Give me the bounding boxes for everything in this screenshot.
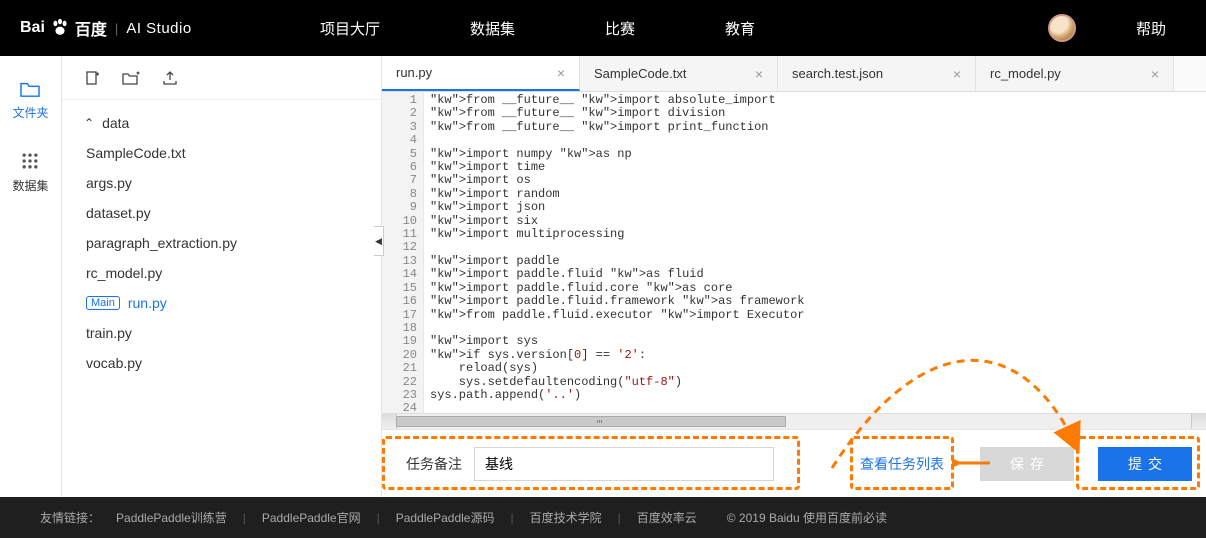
editor-tabs: run.py × SampleCode.txt × search.test.js… [382, 56, 1206, 92]
folder-icon [19, 80, 41, 98]
tree-folder-data[interactable]: ⌃ data [70, 108, 381, 138]
footer-link[interactable]: 百度效率云 [637, 509, 697, 526]
footer-link[interactable]: PaddlePaddle源码 [396, 509, 495, 526]
file-toolbar [62, 56, 381, 100]
scrollbar-grip [597, 420, 605, 423]
footer-link[interactable]: PaddlePaddle官网 [262, 509, 361, 526]
close-icon[interactable]: × [755, 66, 763, 82]
tree-file[interactable]: args.py [70, 168, 381, 198]
nav-education[interactable]: 教育 [725, 18, 755, 39]
tab-rc-model[interactable]: rc_model.py × [976, 56, 1174, 91]
main-badge: Main [86, 296, 120, 310]
code-editor[interactable]: 123456789101112131415161718192021222324 … [382, 92, 1206, 413]
upload-icon[interactable] [162, 70, 178, 86]
chevron-down-icon: ⌃ [84, 116, 94, 130]
tab-samplecode[interactable]: SampleCode.txt × [580, 56, 778, 91]
close-icon[interactable]: × [1151, 66, 1159, 82]
tree-file[interactable]: SampleCode.txt [70, 138, 381, 168]
scrollbar-thumb[interactable] [396, 416, 786, 427]
main-nav: 项目大厅 数据集 比赛 教育 [320, 18, 755, 39]
main-area: 文件夹 数据集 ⌃ data SampleCode.txt args.py da… [0, 56, 1206, 497]
product-name: AI Studio [126, 20, 191, 37]
logo-text: 百度 [75, 16, 107, 40]
file-tree: ⌃ data SampleCode.txt args.py dataset.py… [62, 100, 381, 386]
tree-file-active[interactable]: Main run.py [70, 288, 381, 318]
help-link[interactable]: 帮助 [1136, 18, 1166, 39]
dataset-icon [20, 151, 40, 171]
rail-files[interactable]: 文件夹 [12, 80, 48, 121]
tab-run-py[interactable]: run.py × [382, 56, 580, 91]
tab-label: search.test.json [792, 66, 883, 81]
rail-datasets-label: 数据集 [12, 177, 48, 194]
view-task-list-link[interactable]: 查看任务列表 [854, 444, 950, 484]
submit-button[interactable]: 提交 [1098, 447, 1192, 481]
tab-search-json[interactable]: search.test.json × [778, 56, 976, 91]
collapse-handle[interactable]: ◀ [374, 226, 384, 256]
line-gutter: 123456789101112131415161718192021222324 [382, 92, 424, 413]
rail-files-label: 文件夹 [12, 104, 48, 121]
annotation-arrow-left [952, 454, 992, 472]
header-right: 帮助 [1048, 14, 1186, 42]
footer-label: 友情链接： [40, 509, 100, 526]
close-icon[interactable]: × [557, 65, 565, 81]
save-button[interactable]: 保存 [980, 447, 1074, 481]
new-file-icon[interactable] [84, 70, 100, 86]
paw-icon [49, 17, 71, 39]
new-folder-icon[interactable] [122, 70, 140, 86]
footer-link[interactable]: PaddlePaddle训练营 [116, 509, 227, 526]
tree-file[interactable]: paragraph_extraction.py [70, 228, 381, 258]
tab-label: run.py [396, 65, 432, 80]
footer-link[interactable]: 百度技术学院 [530, 509, 602, 526]
folder-name: data [102, 115, 129, 131]
action-bar: 任务备注 查看任务列表 保存 提交 [382, 429, 1206, 497]
main-file-name: run.py [128, 295, 167, 311]
rail-datasets[interactable]: 数据集 [12, 151, 48, 194]
task-note-group: 任务备注 [396, 439, 784, 489]
tree-file[interactable]: dataset.py [70, 198, 381, 228]
footer: 友情链接： PaddlePaddle训练营| PaddlePaddle官网| P… [0, 497, 1206, 538]
tree-file[interactable]: vocab.py [70, 348, 381, 378]
tab-label: rc_model.py [990, 66, 1061, 81]
tree-file[interactable]: rc_model.py [70, 258, 381, 288]
task-note-input[interactable] [474, 447, 774, 481]
task-note-label: 任务备注 [406, 454, 462, 474]
code-content[interactable]: "kw">from __future__ "kw">import absolut… [424, 92, 1206, 413]
top-header: Bai 百度 | AI Studio 项目大厅 数据集 比赛 教育 帮助 [0, 0, 1206, 56]
horizontal-scrollbar[interactable] [382, 413, 1206, 429]
left-rail: 文件夹 数据集 [0, 56, 62, 497]
file-explorer: ⌃ data SampleCode.txt args.py dataset.py… [62, 56, 382, 497]
footer-copyright: © 2019 Baidu 使用百度前必读 [727, 509, 887, 526]
baidu-logo: Bai 百度 [20, 16, 107, 40]
nav-competition[interactable]: 比赛 [605, 18, 635, 39]
logo-prefix: Bai [20, 19, 45, 37]
editor-area: ◀ run.py × SampleCode.txt × search.test.… [382, 56, 1206, 497]
tab-label: SampleCode.txt [594, 66, 687, 81]
tree-file[interactable]: train.py [70, 318, 381, 348]
close-icon[interactable]: × [953, 66, 961, 82]
nav-datasets[interactable]: 数据集 [470, 18, 515, 39]
avatar[interactable] [1048, 14, 1076, 42]
logo-area[interactable]: Bai 百度 | AI Studio [20, 16, 280, 40]
nav-project-hall[interactable]: 项目大厅 [320, 18, 380, 39]
